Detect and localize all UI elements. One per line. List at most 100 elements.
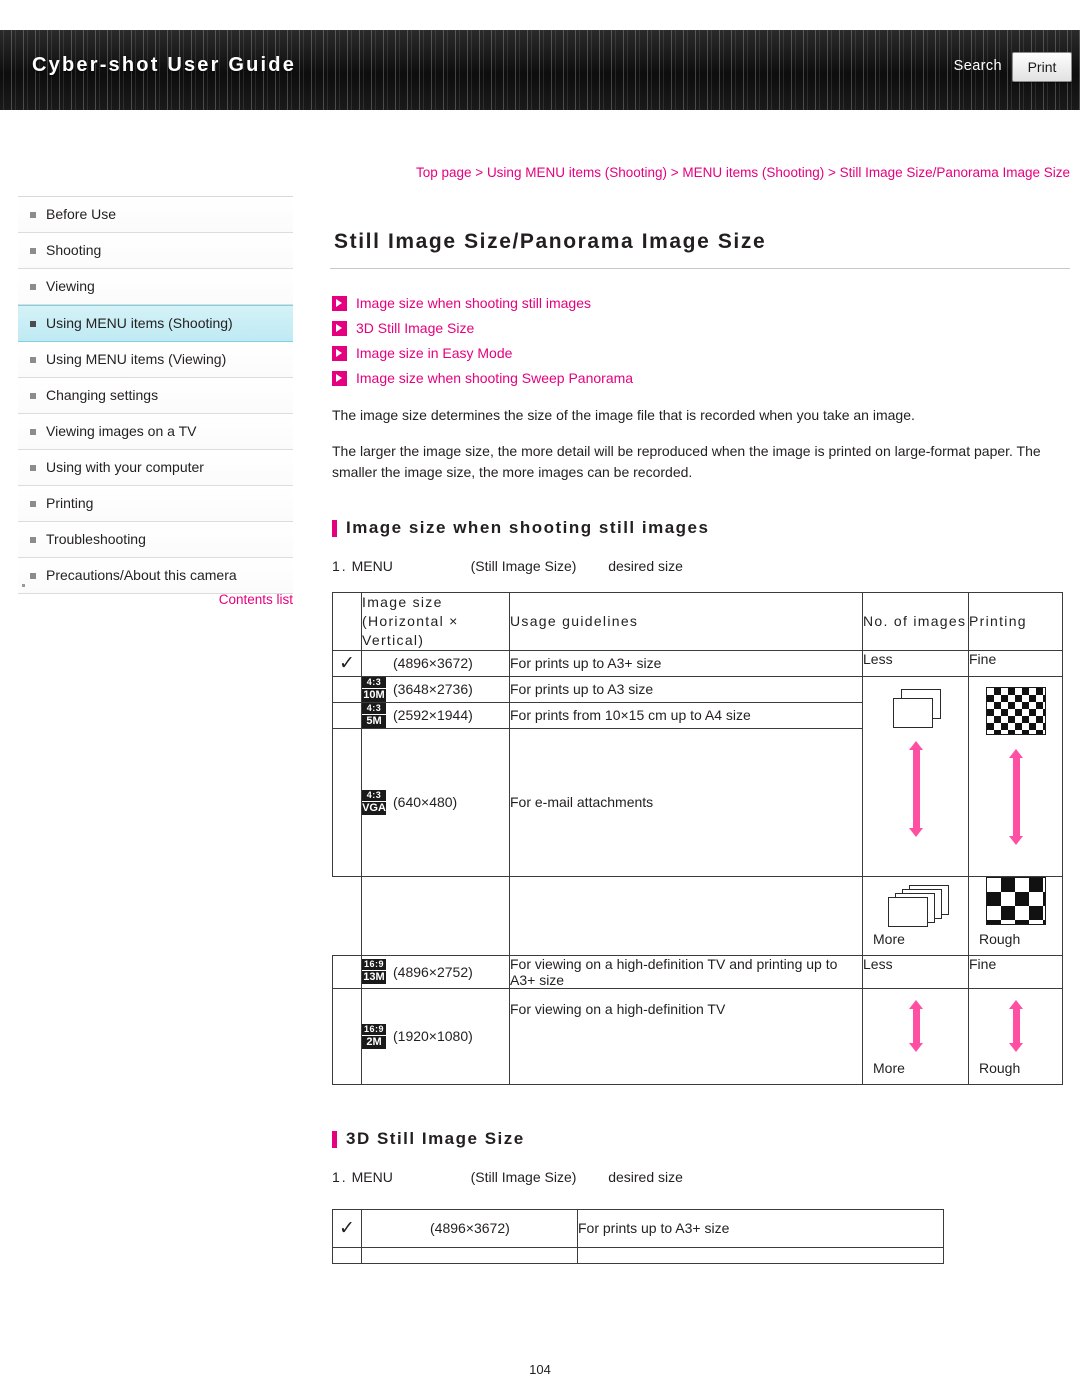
row-usage-cell: For prints up to A3+ size [577,1208,944,1248]
search-button[interactable]: Search [954,58,1002,74]
bullet-icon [30,248,36,254]
printing-illustration-cell [968,675,1063,877]
row-size-label: (3648×2736) [393,681,473,697]
row-usage-cell: For prints from 10×15 cm up to A4 size [509,701,863,729]
image-size-table: Image size (Horizontal × Vertical) Usage… [332,591,1063,1085]
table-row [332,1246,944,1264]
breadcrumb-separator: > [670,165,679,180]
down-arrow-icon [1008,999,1023,1052]
jump-link-list: Image size when shooting still images 3D… [330,291,1070,391]
sidebar-item-shooting[interactable]: Shooting [18,233,293,269]
row-no-images-cell: Less [862,649,969,677]
no-images-label-more: More [873,1059,905,1076]
size-badge-icon-10m: 4:3 10M [362,676,386,702]
jump-link-label: 3D Still Image Size [356,320,475,336]
breadcrumb-item-menu-items-shooting[interactable]: MENU items (Shooting) [682,165,824,180]
badge-megapixels: 5M [362,714,386,728]
table-row: ✓ (4896×3672) For prints up to A3+ size … [332,649,1063,677]
table-row: 16:9 2M (1920×1080) For viewing on a hig… [332,987,1063,1085]
row-icon-cell: ✓ [332,1208,362,1248]
step-menu-label: MENU [351,557,393,574]
row-icon-cell [332,701,362,729]
row-size-cell [361,1246,578,1264]
badge-aspect-ratio: 16:9 [362,959,386,970]
printing-bottom-cell: Rough [968,876,1063,956]
row-printing-cell: Fine [968,954,1063,989]
sidebar-item-label: Printing [46,495,94,511]
spacer-cell [509,876,863,955]
header-cell-no-of-images: No. of images [862,591,969,651]
breadcrumb-item-using-menu-items-shooting[interactable]: Using MENU items (Shooting) [487,165,667,180]
3d-image-size-table: ✓ (4896×3672) For prints up to A3+ size [332,1208,944,1264]
sidebar-item-viewing[interactable]: Viewing [18,269,293,305]
header-cell-icon [332,591,362,651]
section-title-image-size-still-images: Image size when shooting still images [332,518,1070,538]
row-printing-cell: Rough [968,987,1063,1085]
sidebar-item-before-use[interactable]: Before Use [18,197,293,233]
no-images-label-less: Less [863,650,893,667]
row-usage-cell [577,1246,944,1264]
main-content: Still Image Size/Panorama Image Size Ima… [330,230,1070,1264]
row-size-cell: 16:9 2M (1920×1080) [361,987,510,1085]
sidebar-item-label: Viewing [46,278,95,294]
bullet-icon [30,537,36,543]
jump-link-image-size-sweep-panorama[interactable]: Image size when shooting Sweep Panorama [332,366,1070,391]
sidebar-nav: Before Use Shooting Viewing Using MENU i… [18,196,293,594]
arrow-right-icon [332,296,347,311]
no-images-bottom-cell: More [862,876,969,956]
bullet-icon [30,212,36,218]
down-arrow-icon [1008,748,1023,845]
bullet-icon [30,465,36,471]
jump-link-3d-still-image-size[interactable]: 3D Still Image Size [332,316,1070,341]
intro-paragraph-1: The image size determines the size of th… [332,407,915,423]
sidebar-item-troubleshooting[interactable]: Troubleshooting [18,522,293,558]
bullet-icon [30,393,36,399]
sidebar-item-label: Before Use [46,206,117,222]
table-header-row: Image size (Horizontal × Vertical) Usage… [332,591,1063,651]
print-quality-fine-icon [985,686,1046,735]
breadcrumb-separator: > [475,165,484,180]
step-tail-label: desired size [608,557,683,574]
jump-link-label: Image size when shooting Sweep Panorama [356,370,634,386]
sidebar-item-changing-settings[interactable]: Changing settings [18,378,293,414]
spacer-cell [332,876,362,955]
step-instruction-1: 1. MENU (Still Image Size) desired size [332,558,1070,574]
contents-list-link[interactable]: Contents list [18,592,297,607]
row-icon-cell: ✓ [332,649,362,677]
size-badge-icon-vga: 4:3 VGA [362,789,386,815]
no-images-label-more: More [873,930,905,947]
arrow-right-icon [332,346,347,361]
badge-megapixels: 2M [362,1035,386,1049]
row-icon-cell [332,954,362,989]
sidebar-item-using-menu-items-viewing[interactable]: Using MENU items (Viewing) [18,342,293,378]
row-size-cell: 4:3 VGA (640×480) [361,727,510,877]
row-size-cell: 4:3 10M (3648×2736) [361,675,510,703]
sidebar-item-precautions-about-this-camera[interactable]: Precautions/About this camera [18,558,293,594]
breadcrumb-item-top-page[interactable]: Top page [416,165,472,180]
row-usage-cell: For prints up to A3 size [509,675,863,703]
step-instruction-2: 1. MENU (Still Image Size) desired size [332,1169,1070,1185]
table-row-illustration-bottom: More Rough [332,876,1063,956]
row-size-label: (640×480) [393,794,458,810]
no-images-illustration [863,677,968,845]
sidebar-item-using-with-your-computer[interactable]: Using with your computer [18,450,293,486]
sidebar-item-using-menu-items-shooting[interactable]: Using MENU items (Shooting) [18,305,293,342]
jump-link-image-size-still-images[interactable]: Image size when shooting still images [332,291,1070,316]
sidebar-item-label: Using MENU items (Viewing) [46,351,227,367]
size-badge-icon-5m: 4:3 5M [362,702,386,728]
spacer-cell [361,876,510,955]
photo-stack-few-icon [885,688,947,729]
header-cell-usage: Usage guidelines [509,591,863,651]
row-icon-cell [332,1246,362,1264]
sidebar-item-label: Viewing images on a TV [46,423,197,439]
badge-aspect-ratio: 4:3 [362,702,386,714]
bullet-icon [30,357,36,363]
step-tail-label: desired size [608,1168,683,1185]
jump-link-image-size-easy-mode[interactable]: Image size in Easy Mode [332,341,1070,366]
down-arrow-icon [908,999,923,1052]
print-button[interactable]: Print [1012,52,1072,82]
sidebar-item-printing[interactable]: Printing [18,486,293,522]
bullet-icon [30,284,36,290]
printing-label-rough: Rough [979,1059,1021,1076]
sidebar-item-viewing-images-on-a-tv[interactable]: Viewing images on a TV [18,414,293,450]
